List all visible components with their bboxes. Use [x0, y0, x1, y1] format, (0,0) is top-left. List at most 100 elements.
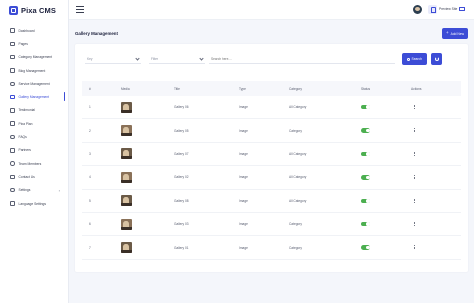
- status-toggle[interactable]: [361, 221, 370, 227]
- type-cell: Image: [239, 175, 248, 180]
- more-options-icon[interactable]: [411, 104, 417, 109]
- title-cell: Gallery 05: [174, 128, 189, 133]
- filter-select-value: Filter: [151, 56, 159, 61]
- sidebar-item-partners[interactable]: Partners: [0, 144, 69, 157]
- add-new-label: Add New: [450, 31, 465, 36]
- title-cell: Gallery 01: [174, 245, 189, 250]
- sidebar-item-team-members[interactable]: Team Members: [0, 157, 69, 170]
- gallery-thumbnail[interactable]: [121, 148, 132, 160]
- sidebar-item-language-settings[interactable]: Language Settings: [0, 197, 69, 210]
- more-options-icon[interactable]: [411, 151, 417, 156]
- type-cell: Image: [239, 105, 248, 110]
- table-row: 4 Gallery 02 Image All Category: [82, 166, 461, 190]
- search-button[interactable]: Search: [402, 53, 427, 65]
- sidebar-item-blog-management[interactable]: Blog Management: [0, 64, 69, 77]
- notification-icon[interactable]: [428, 5, 437, 14]
- title-cell: Gallery 06: [174, 105, 189, 110]
- gallery-thumbnail[interactable]: [121, 242, 132, 254]
- sidebar-item-label: Testimonial: [18, 108, 36, 113]
- gallery-thumbnail[interactable]: [121, 101, 132, 113]
- media-cell: [121, 218, 174, 230]
- preview-site-label: Preview Site: [439, 7, 458, 11]
- page-title: Gallery Management: [75, 31, 118, 36]
- sidebar-item-contact-us[interactable]: Contact Us: [0, 170, 69, 183]
- faq-icon: [10, 134, 15, 140]
- key-select[interactable]: Key: [85, 54, 141, 64]
- language-icon: [10, 201, 15, 206]
- gallery-thumbnail[interactable]: [121, 171, 132, 183]
- sidebar-item-pages[interactable]: Pages: [0, 37, 69, 50]
- sidebar-item-gallery-management[interactable]: Gallery Management: [0, 90, 69, 103]
- row-index: 6: [89, 222, 91, 227]
- sidebar-item-label: Language Settings: [18, 201, 47, 206]
- actions-cell: [411, 245, 461, 250]
- search-icon: [407, 57, 411, 61]
- gear-icon: [10, 187, 15, 193]
- actions-cell: [411, 198, 461, 203]
- type-cell: Image: [239, 151, 248, 156]
- home-icon: [10, 28, 15, 33]
- sidebar-item-settings[interactable]: Settings ›: [0, 184, 69, 197]
- add-new-button[interactable]: + Add New: [442, 28, 468, 39]
- status-toggle[interactable]: [361, 104, 370, 110]
- column-header-type: Type: [239, 86, 246, 91]
- row-index: 2: [89, 128, 91, 133]
- logo-icon: [9, 6, 18, 15]
- title-cell: Gallery 08: [174, 198, 189, 203]
- category-cell: All Category: [289, 175, 307, 180]
- preview-site-link[interactable]: Preview Site: [439, 7, 466, 11]
- testimonial-icon: [10, 108, 15, 113]
- actions-cell: [411, 151, 461, 156]
- sidebar-item-faqs[interactable]: FAQs: [0, 130, 69, 143]
- type-cell: Image: [239, 128, 248, 133]
- gallery-thumbnail[interactable]: [121, 218, 132, 230]
- topbar: Preview Site: [69, 0, 474, 20]
- chevron-right-icon: ›: [58, 187, 60, 193]
- search-input[interactable]: [209, 54, 395, 64]
- actions-cell: [411, 104, 461, 109]
- sidebar-item-label: Team Members: [18, 161, 42, 166]
- more-options-icon[interactable]: [411, 175, 417, 179]
- team-icon: [10, 161, 15, 166]
- media-cell: [121, 242, 174, 254]
- more-options-icon[interactable]: [411, 198, 417, 203]
- status-toggle[interactable]: [361, 245, 370, 250]
- column-header-actions: Actions: [411, 86, 422, 91]
- type-cell: Image: [239, 222, 248, 227]
- gallery-thumbnail[interactable]: [121, 125, 132, 137]
- key-select-value: Key: [87, 56, 93, 61]
- avatar[interactable]: [413, 5, 422, 14]
- partners-icon: [10, 148, 15, 153]
- filter-select[interactable]: Filter: [149, 54, 205, 64]
- sidebar-item-dashboard[interactable]: Dashboard: [0, 24, 69, 37]
- sidebar-item-label: Partners: [18, 148, 31, 153]
- sidebar-item-service-management[interactable]: Service Management: [0, 77, 69, 90]
- status-toggle[interactable]: [361, 198, 370, 203]
- column-header-media: Media: [121, 86, 130, 91]
- brand-logo[interactable]: Pixa CMS: [9, 5, 56, 16]
- category-cell: Category: [289, 222, 302, 227]
- sidebar-item-label: Category Management: [18, 55, 53, 60]
- category-cell: Category: [289, 128, 302, 133]
- status-toggle[interactable]: [361, 128, 370, 133]
- gallery-thumbnail[interactable]: [121, 195, 132, 207]
- sidebar-item-testimonial[interactable]: Testimonial: [0, 104, 69, 117]
- more-options-icon[interactable]: [411, 245, 417, 250]
- status-toggle[interactable]: [361, 175, 370, 180]
- gallery-icon: [10, 94, 15, 100]
- more-options-icon[interactable]: [411, 128, 417, 133]
- menu-toggle-icon[interactable]: [76, 6, 84, 13]
- status-toggle[interactable]: [361, 151, 370, 157]
- sidebar-item-label: Gallery Management: [18, 95, 50, 100]
- more-options-icon[interactable]: [411, 221, 417, 226]
- sidebar-item-pixa-plan[interactable]: Pixa Plan: [0, 117, 69, 130]
- row-index: 5: [89, 198, 91, 203]
- column-header-index: #: [89, 86, 91, 91]
- category-cell: All Category: [289, 105, 307, 110]
- reset-button[interactable]: [431, 53, 442, 65]
- page-icon: [10, 41, 15, 47]
- column-header-title: Title: [174, 86, 180, 91]
- status-cell: [361, 245, 411, 250]
- sidebar-item-category-management[interactable]: Category Management: [0, 51, 69, 64]
- sidebar-item-label: Settings: [18, 188, 31, 193]
